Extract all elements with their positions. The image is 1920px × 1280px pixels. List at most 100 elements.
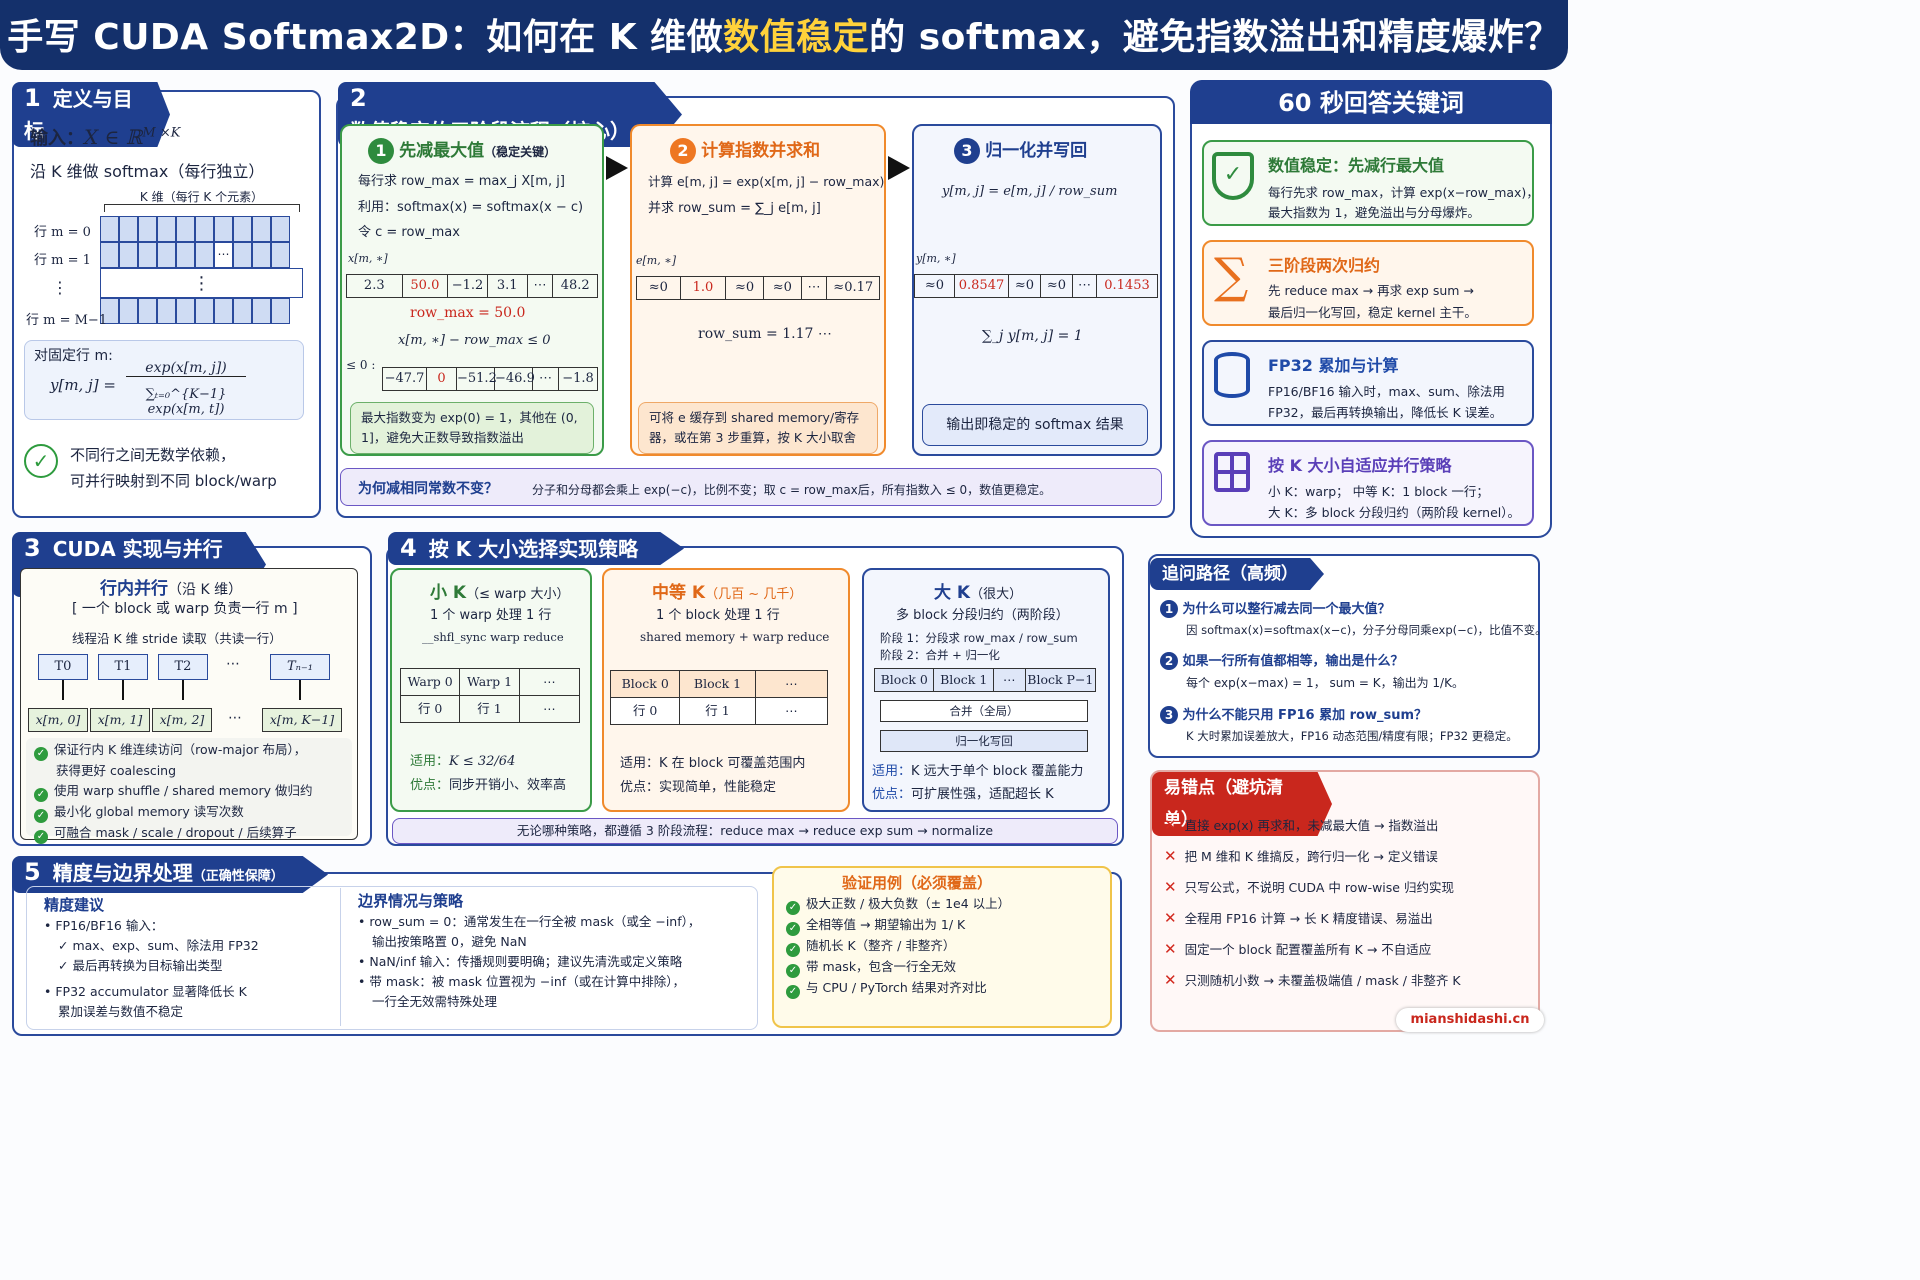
test-case-item: ✓ 全相等值 → 期望输出为 1/ K: [786, 915, 1010, 936]
thread-arrow: [299, 680, 301, 700]
mid-k-use: 适用：K 在 block 可覆盖范围内: [620, 756, 806, 771]
stage-3-formula: y[m, j] = e[m, j] / row_sum: [942, 184, 1118, 199]
formula-denominator: ∑ₜ₌₀^{K−1} exp(x[m, t]): [145, 387, 227, 417]
follow-up-title: 追问路径（高频）: [1150, 558, 1324, 590]
precision-title: 精度建议: [44, 896, 105, 914]
stage-1-line-1: 每行求 row_max = max_j X[m, j]: [358, 174, 565, 189]
pitfall-item: ✕ 只测随机小数 → 未覆盖极端值 / mask / 非整齐 K: [1164, 971, 1461, 989]
keyword-desc-fp32-1: FP16/BF16 输入时，max、sum、除法用: [1268, 384, 1505, 399]
stage-1-header: 1 先减最大值（稳定关键）: [368, 136, 556, 164]
fixed-row-label: 对固定行 m:: [34, 348, 113, 364]
edge-list: • row_sum = 0：通常发生在一行全被 mask（或全 −inf）， 输…: [358, 912, 700, 1012]
watermark: mianshidashi.cn: [1396, 1008, 1544, 1032]
precision-item-cont: 累加误差与数值不稳定: [58, 1004, 184, 1019]
pitfall-item: ✕ 只写公式，不说明 CUDA 中 row-wise 归约实现: [1164, 878, 1454, 896]
edge-item: • NaN/inf 输入：传播规则要明确；建议先清洗或定义策略: [358, 954, 683, 969]
thread-ellipsis: ⋯: [226, 656, 240, 672]
stage-1-le-label: ≤ 0 :: [346, 358, 376, 372]
stage-2-line-2: 并求 row_sum = ∑_j e[m, j]: [648, 201, 821, 216]
keyword-title-stability: 数值稳定：先减行最大值: [1268, 156, 1445, 175]
cuda-bullet: ✓ 可融合 mask / scale / dropout / 后续算子: [34, 823, 312, 844]
row-max-value: row_max = 50.0: [410, 305, 526, 321]
thread-arrow: [182, 680, 184, 700]
x-element-1: x[m, 1]: [90, 708, 150, 732]
x-element-ellipsis: ⋯: [228, 710, 242, 726]
follow-up-q3: 3 为什么不能只用 FP16 累加 row_sum？: [1160, 704, 1427, 724]
big-k-line-2: 阶段 1：分段求 row_max / row_sum: [880, 631, 1078, 645]
softmax-axis-text: 沿 K 维做 softmax（每行独立）: [30, 162, 265, 181]
intra-row-title: 行内并行（沿 K 维）: [100, 579, 243, 599]
big-k-title: 大 K（很大）: [934, 583, 1023, 603]
precision-item: • FP16/BF16 输入：: [44, 918, 164, 933]
row-label-last: 行 m = M−1: [26, 313, 108, 328]
precision-sub: ✓ 最后再转换为目标输出类型: [58, 958, 223, 973]
big-k-merge: 合并（全局）: [880, 700, 1088, 722]
edge-item: • 带 mask：被 mask 位置视为 −inf（或在计算中排除），: [358, 974, 685, 989]
cuda-bullet-cont: 获得更好 coalescing: [56, 763, 177, 778]
x-element-2: x[m, 2]: [152, 708, 212, 732]
edge-title: 边界情况与策略: [358, 892, 464, 910]
stage-3-y-label: y[m, ∗]: [916, 252, 956, 265]
stage-3-output-row: ≈0 0.8547 ≈0 ≈0 ⋯ 0.1453: [914, 274, 1158, 298]
page-title: 手写 CUDA Softmax2D：如何在 K 维做数值稳定的 softmax，…: [0, 0, 1568, 70]
big-k-adv: 优点：可扩展性强，适配超长 K: [872, 787, 1054, 802]
x-element-0: x[m, 0]: [28, 708, 88, 732]
mid-k-table: Block 0 Block 1 ⋯ 行 0行 1 ⋯: [610, 670, 828, 725]
stage-1-x-label: x[m, ∗]: [348, 252, 388, 265]
small-k-title: 小 K（≤ warp 大小）: [430, 583, 570, 603]
keyword-title-adaptive: 按 K 大小自适应并行策略: [1268, 456, 1452, 475]
pitfall-item: ✕ 直接 exp(x) 再求和，未减最大值 → 指数溢出: [1164, 816, 1439, 834]
small-k-adv: 优点：同步开销小、效率高: [410, 778, 567, 793]
big-k-normalize: 归一化写回: [880, 730, 1088, 752]
stage-3-note: 输出即稳定的 softmax 结果: [922, 404, 1148, 446]
title-text-pre: 手写 CUDA Softmax2D：如何在 K 维做: [7, 17, 724, 58]
thread-last: Tₙ₋₁: [270, 654, 330, 680]
pitfall-item: ✕ 把 M 维和 K 维搞反，跨行归一化 → 定义错误: [1164, 847, 1438, 865]
keyword-desc-reduce-1: 先 reduce max → 再求 exp sum →: [1268, 283, 1474, 298]
stage-1-diff-label: x[m, ∗] − row_max ≤ 0: [398, 333, 551, 348]
block-per-row-text: [ 一个 block 或 warp 负责一行 m ]: [72, 601, 298, 617]
arrow-right-icon: [888, 156, 910, 180]
big-k-use: 适用：K 远大于单个 block 覆盖能力: [872, 764, 1084, 779]
small-k-line-2: __shfl_sync warp reduce: [422, 630, 564, 644]
small-k-line-1: 1 个 warp 处理 1 行: [430, 608, 552, 623]
title-text-post: 的 softmax，避免指数溢出和精度爆炸？: [869, 17, 1561, 58]
keyword-title-reduce: 三阶段两次归约: [1268, 256, 1381, 275]
row-independence-text: 不同行之间无数学依赖，: [70, 446, 236, 464]
stage-2-exp-row: ≈0 1.0 ≈0 ≈0 ⋯ ≈0.17: [636, 276, 880, 300]
big-k-line-1: 多 block 分段归约（两阶段）: [896, 608, 1069, 623]
pitfalls-list: ✕ 直接 exp(x) 再求和，未减最大值 → 指数溢出 ✕ 把 M 维和 K 维搞…: [1164, 810, 1461, 996]
stage-1-input-row: 2.3 50.0 −1.2 3.1 ⋯ 48.2: [346, 274, 598, 298]
stage-2-e-label: e[m, ∗]: [636, 254, 676, 267]
edge-item-cont: 一行全无效需特殊处理: [372, 994, 498, 1009]
precision-item: • FP32 accumulator 显著降低长 K: [44, 984, 247, 999]
stage-2-line-1: 计算 e[m, j] = exp(x[m, j] − row_max): [648, 174, 885, 189]
strategy-footer: 无论哪种策略，都遵循 3 阶段流程：reduce max → reduce ex…: [392, 818, 1118, 844]
edge-item-cont: 输出按策略置 0，避免 NaN: [372, 934, 527, 949]
input-label: 输入：X ∈ ℝM ×K: [30, 125, 181, 149]
mid-k-line-2: shared memory + warp reduce: [640, 630, 830, 644]
stage-1-line-2: 利用：softmax(x) = softmax(x − c): [358, 200, 584, 215]
keyword-desc-stability-2: 最大指数为 1，避免溢出与分母爆炸。: [1268, 205, 1480, 220]
stride-read-text: 线程沿 K 维 stride 读取（共读一行）: [72, 631, 282, 646]
pitfall-item: ✕ 全程用 FP16 计算 → 长 K 精度错误、易溢出: [1164, 909, 1433, 927]
mid-k-adv: 优点：实现简单，性能稳定: [620, 780, 777, 795]
stage-3-sum: ∑_j y[m, j] = 1: [982, 328, 1083, 344]
why-shift-answer: 分子和分母都会乘上 exp(−c)，比例不变；取 c = row_max后，所有…: [532, 483, 1052, 497]
formula-lhs: y[m, j] =: [50, 376, 116, 394]
check-circle-icon: ✓: [24, 444, 58, 478]
why-shift-question: 为何减相同常数不变？: [358, 481, 498, 497]
precision-sub: ✓ max、exp、sum、除法用 FP32: [58, 938, 259, 953]
test-case-item: ✓ 带 mask，包含一行全无效: [786, 957, 1010, 978]
thread-arrow: [62, 680, 64, 700]
small-k-table: Warp 0 Warp 1 ⋯ 行 0行 1 ⋯: [400, 668, 580, 723]
stage-1-line-3: 令 c = row_max: [358, 225, 460, 240]
row-label-dots: ⋮: [52, 278, 68, 297]
edge-item: • row_sum = 0：通常发生在一行全被 mask（或全 −inf），: [358, 914, 701, 929]
cuda-bullet: ✓ 最小化 global memory 读写次数: [34, 802, 312, 823]
big-k-blocks: Block 0 Block 1 ⋯ Block P−1: [874, 668, 1096, 692]
grid-icon: [1214, 452, 1250, 492]
follow-up-a2: 每个 exp(x−max) = 1， sum = K，输出为 1/K。: [1186, 676, 1464, 690]
keywords-title: 60 秒回答关键词: [1190, 80, 1552, 124]
k-dim-brace: [104, 204, 300, 212]
